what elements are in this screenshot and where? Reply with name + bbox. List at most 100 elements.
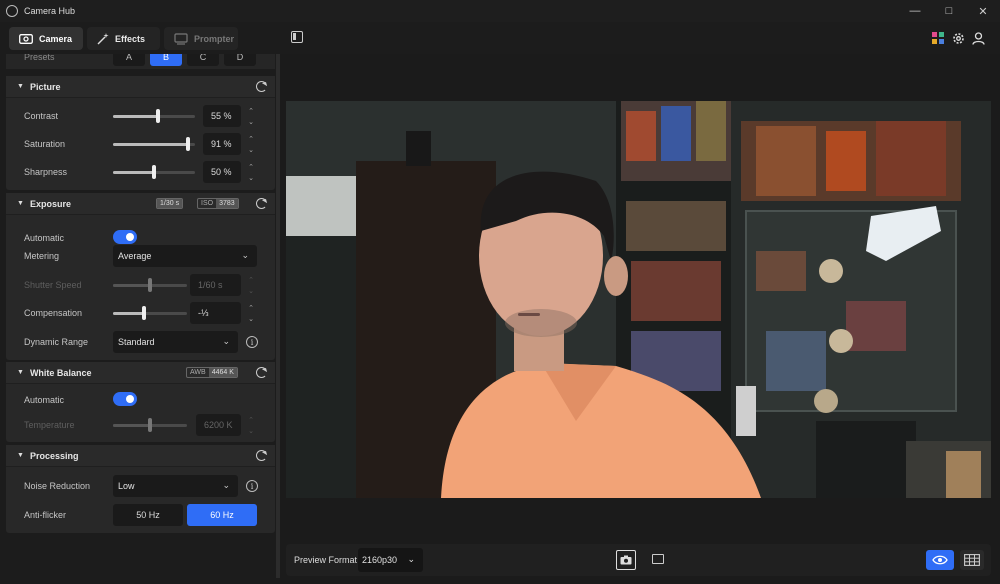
exposure-automatic-toggle[interactable]: [113, 230, 137, 244]
saturation-slider[interactable]: [113, 137, 195, 151]
slider-knob[interactable]: [185, 137, 190, 151]
temperature-slider: [113, 418, 187, 432]
contrast-row: Contrast 55 % ⌃ ⌄: [6, 105, 275, 127]
compensation-stepper[interactable]: ⌃ ⌄: [245, 302, 257, 324]
slider-knob[interactable]: [156, 109, 161, 123]
shutter-badge-value: 1/30 s: [157, 199, 183, 208]
compensation-label: Compensation: [24, 308, 83, 318]
tab-label: Effects: [115, 33, 146, 44]
chevron-up-icon[interactable]: ⌃: [248, 135, 254, 143]
chevron-down-icon[interactable]: ⌄: [248, 315, 254, 323]
iso-badge-value: 3783: [216, 199, 238, 208]
slider-knob[interactable]: [142, 306, 147, 320]
preview-toggle-button[interactable]: [926, 550, 954, 570]
gear-icon[interactable]: [950, 31, 966, 45]
dynamic-range-dropdown[interactable]: Standard ⌄: [113, 331, 238, 353]
exposure-header[interactable]: ▼ Exposure 1/30 s ISO 3783: [6, 193, 275, 215]
automatic-label: Automatic: [24, 233, 65, 243]
preset-d-button[interactable]: D: [224, 54, 256, 66]
sharpness-stepper[interactable]: ⌃ ⌄: [245, 161, 257, 183]
chevron-down-icon[interactable]: ⌄: [248, 174, 254, 182]
collapse-triangle-icon: ▼: [17, 83, 24, 90]
contrast-slider[interactable]: [113, 109, 195, 123]
wb-automatic-toggle[interactable]: [113, 392, 137, 406]
camera-preview-image: [286, 101, 991, 498]
slider-knob[interactable]: [152, 165, 156, 179]
chevron-up-icon[interactable]: ⌃: [248, 163, 254, 171]
presets-row: Presets A B C D: [6, 54, 275, 69]
metering-dropdown[interactable]: Average ⌄: [113, 245, 257, 267]
iso-badge: ISO 3783: [197, 198, 239, 209]
preview-format-dropdown[interactable]: 2160p30 ⌄: [358, 548, 423, 572]
sharpness-label: Sharpness: [24, 167, 68, 177]
preset-a-button[interactable]: A: [113, 54, 145, 66]
section-title: Processing: [29, 450, 79, 461]
shutter-badge: 1/30 s: [156, 198, 184, 209]
maximize-button[interactable]: □: [932, 0, 966, 22]
awb-badge-value: 4464 K: [208, 368, 237, 377]
close-button[interactable]: ✕: [966, 0, 1000, 22]
chevron-down-icon: ⌄: [222, 336, 230, 346]
saturation-value-field[interactable]: 91 %: [203, 133, 241, 155]
compensation-slider[interactable]: [113, 306, 187, 320]
tab-effects[interactable]: Effects: [87, 27, 160, 50]
info-icon[interactable]: i: [246, 336, 258, 348]
noise-reduction-dropdown[interactable]: Low ⌄: [113, 475, 238, 497]
saturation-stepper[interactable]: ⌃ ⌄: [245, 133, 257, 155]
white-balance-header[interactable]: ▼ White Balance AWB 4464 K: [6, 362, 275, 384]
processing-header[interactable]: ▼ Processing: [6, 445, 275, 467]
camera-icon: [620, 555, 632, 565]
preset-b-button[interactable]: B: [150, 54, 182, 66]
presets-label: Presets: [24, 54, 55, 62]
preview-format-value: 2160p30: [362, 555, 398, 565]
compensation-field[interactable]: -⅓: [190, 302, 241, 324]
reset-icon[interactable]: [256, 198, 267, 209]
shutter-speed-slider: [113, 278, 187, 292]
app-logo-icon: [6, 5, 18, 17]
grid-overlay-button[interactable]: [960, 550, 984, 570]
automatic-label: Automatic: [24, 395, 65, 405]
chevron-down-icon: ⌄: [222, 480, 230, 490]
chevron-down-icon[interactable]: ⌄: [248, 146, 254, 154]
sidebar-scrollbar[interactable]: [276, 54, 280, 578]
antiflicker-60hz-button[interactable]: 60 Hz: [187, 504, 257, 526]
snapshot-button[interactable]: [616, 550, 636, 570]
chevron-up-icon[interactable]: ⌃: [248, 107, 254, 115]
chevron-down-icon[interactable]: ⌄: [248, 118, 254, 126]
dynamic-range-label: Dynamic Range: [24, 337, 89, 347]
user-icon[interactable]: [970, 31, 986, 45]
contrast-value-field[interactable]: 55 %: [203, 105, 241, 127]
awb-badge-label: AWB: [190, 369, 206, 376]
grid-icon: [964, 554, 980, 566]
chevron-up-icon[interactable]: ⌃: [248, 304, 254, 312]
contrast-stepper[interactable]: ⌃ ⌄: [245, 105, 257, 127]
settings-sidebar: Presets A B C D ▼ Picture Contrast 55 % …: [0, 54, 280, 584]
folder-icon[interactable]: [652, 554, 664, 564]
reset-icon[interactable]: [256, 450, 267, 461]
sharpness-slider[interactable]: [113, 165, 195, 179]
tab-label: Camera: [39, 33, 73, 44]
antiflicker-50hz-button[interactable]: 50 Hz: [113, 504, 183, 526]
reset-icon[interactable]: [256, 367, 267, 378]
top-toolbar: Camera Effects Prompter: [0, 22, 1000, 54]
section-title: Picture: [29, 81, 61, 92]
title-bar: Camera Hub — □ ✕: [0, 0, 1000, 22]
preset-c-button[interactable]: C: [187, 54, 219, 66]
compensation-row: Compensation -⅓ ⌃ ⌄: [6, 302, 275, 324]
minimize-button[interactable]: —: [898, 0, 932, 22]
tab-prompter[interactable]: Prompter: [164, 27, 238, 50]
info-icon[interactable]: i: [246, 480, 258, 492]
reset-icon[interactable]: [256, 81, 267, 92]
tab-camera[interactable]: Camera: [9, 27, 83, 50]
sidebar-toggle-icon[interactable]: [291, 31, 303, 43]
chevron-down-icon: ⌄: [248, 427, 254, 435]
dynamic-range-value: Standard: [118, 337, 155, 347]
elgato-apps-icon[interactable]: [930, 31, 946, 45]
tab-label: Prompter: [194, 33, 235, 44]
picture-header[interactable]: ▼ Picture: [6, 76, 275, 98]
awb-badge: AWB 4464 K: [186, 367, 238, 378]
saturation-label: Saturation: [24, 139, 66, 149]
wb-automatic-row: Automatic: [6, 389, 275, 411]
sharpness-value-field[interactable]: 50 %: [203, 161, 241, 183]
collapse-triangle-icon: ▼: [17, 200, 24, 207]
